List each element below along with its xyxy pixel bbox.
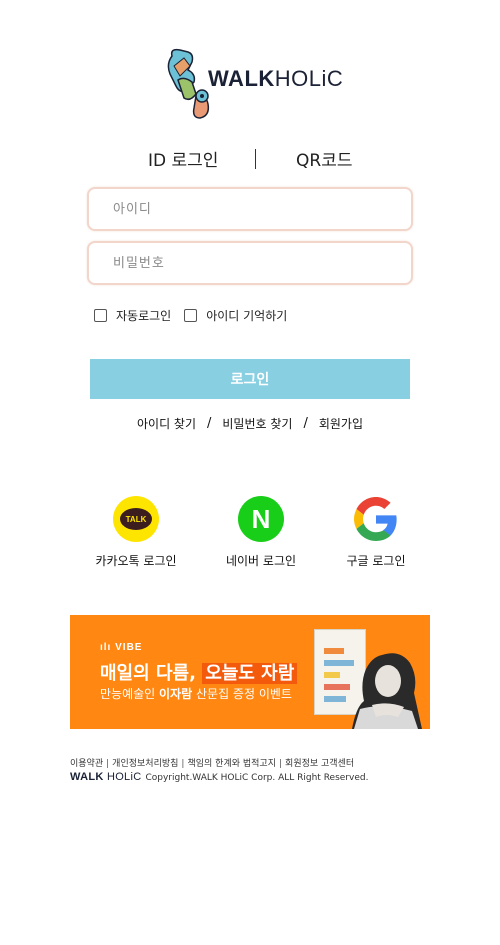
banner-brand-text: VIBE [115, 642, 143, 653]
naver-icon-letter: N [251, 503, 271, 534]
logo-wordmark-bold: WALK [208, 66, 275, 91]
password-input[interactable] [89, 243, 411, 283]
logo-wordmark-regular: HOLiC [274, 66, 344, 91]
id-input[interactable] [89, 189, 411, 229]
kakao-talk-icon[interactable]: TALK [113, 496, 159, 542]
banner-person-image [352, 653, 422, 729]
find-password-link[interactable]: 비밀번호 찾기 [222, 415, 292, 432]
naver-login-label: 네이버 로그인 [225, 554, 297, 568]
banner-headline-part1: 매일의 다름, [100, 663, 196, 684]
link-separator: / [303, 416, 308, 431]
password-field [87, 241, 413, 285]
footer-link-privacy[interactable]: 개인정보처리방침 [112, 759, 178, 769]
kakao-talk-text: TALK [125, 514, 147, 524]
find-id-link[interactable]: 아이디 찾기 [137, 415, 196, 432]
vibe-wave-icon: ılı [100, 642, 116, 653]
footer-link-terms[interactable]: 이용약관 [70, 759, 103, 769]
link-separator: / [207, 416, 212, 431]
footer-copyright: WALK HOLiC Copyright.WALK HOLiC Corp. AL… [70, 771, 368, 783]
footer-link-legal[interactable]: 책임의 한계와 법적고지 [187, 759, 276, 769]
remember-id-option[interactable]: 아이디 기억하기 [184, 307, 287, 324]
id-field [87, 187, 413, 231]
walkholic-logo: WALKHOLiC [166, 46, 343, 120]
footer-logo: WALK HOLiC [70, 771, 141, 783]
logo-wordmark: WALKHOLiC [208, 66, 343, 92]
footer-separator: | [106, 759, 110, 769]
account-links: 아이디 찾기 / 비밀번호 찾기 / 회원가입 [0, 415, 500, 432]
copyright-text: Copyright.WALK HOLiC Corp. ALL Right Res… [145, 773, 369, 783]
login-button[interactable]: 로그인 [90, 359, 410, 399]
kakao-talk-bubble: TALK [120, 508, 152, 530]
google-login-label: 구글 로그인 [346, 554, 406, 568]
login-options: 자동로그인 아이디 기억하기 [94, 306, 300, 324]
footer-link-support[interactable]: 회원정보 고객센터 [285, 759, 354, 769]
banner-subtext: 만능예술인 이자람 산문집 증정 이벤트 [100, 685, 292, 702]
banner-headline-highlight: 오늘도 자람 [202, 663, 298, 684]
tab-qr-code[interactable]: QR코드 [296, 146, 352, 171]
footer-separator: | [181, 759, 185, 769]
auto-login-option[interactable]: 자동로그인 [94, 307, 171, 324]
tab-divider [255, 149, 256, 169]
google-login-button[interactable]: 구글 로그인 [326, 496, 426, 569]
banner-brand: ılı VIBE [100, 642, 142, 653]
google-icon[interactable] [353, 496, 399, 542]
logo-map-icon [167, 48, 210, 119]
google-g-logo [354, 497, 397, 541]
footer-logo-regular: HOLiC [106, 771, 142, 783]
banner-headline: 매일의 다름, 오늘도 자람 [100, 659, 298, 685]
banner-sub-part2: 산문집 증정 이벤트 [195, 687, 292, 701]
signup-link[interactable]: 회원가입 [319, 415, 363, 432]
tab-id-login[interactable]: ID 로그인 [148, 146, 218, 171]
remember-id-checkbox[interactable] [184, 308, 198, 322]
footer-logo-bold: WALK [70, 771, 104, 783]
promo-banner[interactable]: ılı VIBE 매일의 다름, 오늘도 자람 만능예술인 이자람 산문집 증정… [70, 615, 430, 729]
banner-sub-bold: 이자람 [159, 687, 193, 701]
remember-id-label: 아이디 기억하기 [206, 308, 288, 323]
auto-login-label: 자동로그인 [116, 308, 172, 323]
login-tabs: ID 로그인 QR코드 [0, 146, 500, 172]
footer-links: 이용약관 | 개인정보처리방침 | 책임의 한계와 법적고지 | 회원정보 고객센터 [70, 756, 354, 769]
auto-login-checkbox[interactable] [94, 308, 107, 322]
banner-sub-part1: 만능예술인 [100, 687, 156, 701]
kakao-login-label: 카카오톡 로그인 [95, 554, 177, 568]
footer-separator: | [279, 759, 283, 769]
naver-icon[interactable]: N [238, 496, 284, 542]
kakao-login-button[interactable]: TALK 카카오톡 로그인 [86, 496, 186, 569]
naver-login-button[interactable]: N 네이버 로그인 [211, 496, 311, 569]
